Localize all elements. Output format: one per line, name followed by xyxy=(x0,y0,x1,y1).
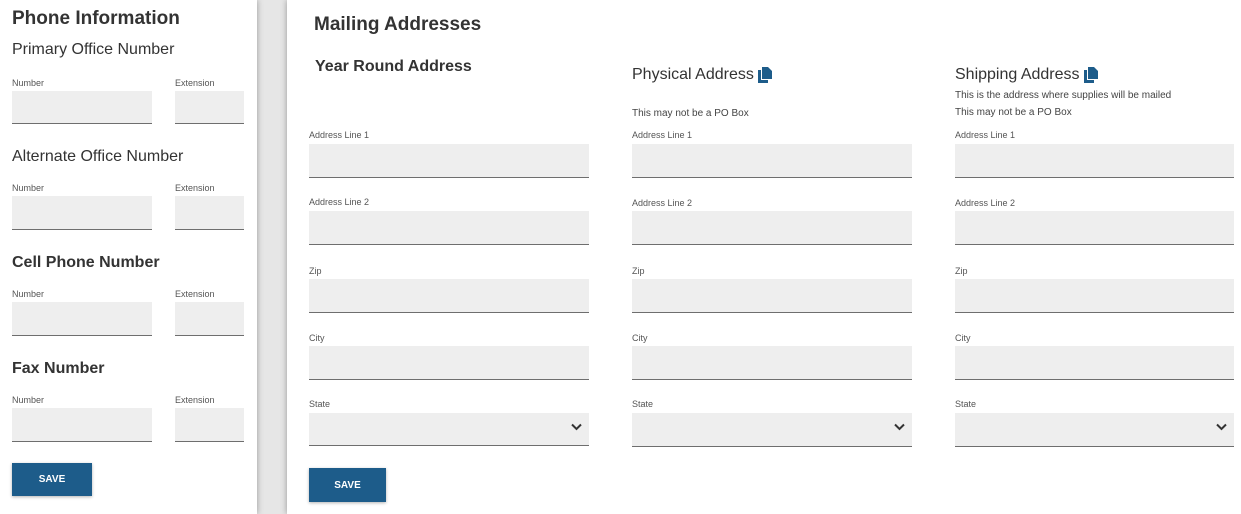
primary-number-label: Number xyxy=(12,78,45,88)
shipping-address-line-2-input[interactable] xyxy=(955,211,1234,245)
address-line-2-label: Address Line 2 xyxy=(309,197,370,207)
phone-information-title: Phone Information xyxy=(12,8,180,29)
alternate-number-input[interactable] xyxy=(12,196,152,230)
chevron-down-icon xyxy=(894,423,905,431)
year-round-state-select[interactable] xyxy=(309,413,589,446)
fax-number-input[interactable] xyxy=(12,408,152,442)
fax-extension-input[interactable] xyxy=(175,408,244,442)
year-round-address-line-2-input[interactable] xyxy=(309,211,589,245)
physical-state-select[interactable] xyxy=(632,413,912,447)
year-round-zip-input[interactable] xyxy=(309,279,589,313)
cell-phone-number-title: Cell Phone Number xyxy=(12,254,160,271)
address-line-1-label: Address Line 1 xyxy=(955,130,1016,140)
city-label: City xyxy=(955,333,971,343)
zip-label: Zip xyxy=(632,266,645,276)
fax-number-label: Number xyxy=(12,395,45,405)
shipping-address-title: Shipping Address xyxy=(955,66,1098,84)
fax-number-title: Fax Number xyxy=(12,360,105,377)
physical-zip-input[interactable] xyxy=(632,279,912,313)
mailing-addresses-title: Mailing Addresses xyxy=(314,14,482,35)
physical-address-line-1-input[interactable] xyxy=(632,144,912,178)
chevron-down-icon xyxy=(571,423,582,431)
physical-city-input[interactable] xyxy=(632,346,912,380)
address-line-2-label: Address Line 2 xyxy=(632,198,693,208)
primary-extension-input[interactable] xyxy=(175,91,244,124)
mailing-addresses-panel: Mailing Addresses Year Round Address Add… xyxy=(287,0,1241,514)
shipping-address-note: This is the address where supplies will … xyxy=(955,90,1172,101)
mailing-save-button[interactable]: SAVE xyxy=(309,468,386,502)
primary-extension-label: Extension xyxy=(175,78,215,88)
city-label: City xyxy=(309,333,325,343)
physical-address-note: This may not be a PO Box xyxy=(632,108,749,119)
shipping-city-input[interactable] xyxy=(955,346,1234,380)
cell-number-input[interactable] xyxy=(12,302,152,336)
fax-extension-label: Extension xyxy=(175,395,215,405)
shipping-address-line-1-input[interactable] xyxy=(955,144,1234,178)
chevron-down-icon xyxy=(1216,423,1227,431)
phone-information-panel: Phone Information Primary Office Number … xyxy=(0,0,257,514)
address-line-1-label: Address Line 1 xyxy=(309,130,370,140)
state-label: State xyxy=(632,399,654,409)
physical-address-title: Physical Address xyxy=(632,66,772,84)
alternate-office-number-title: Alternate Office Number xyxy=(12,148,184,165)
address-line-2-label: Address Line 2 xyxy=(955,198,1016,208)
alternate-extension-label: Extension xyxy=(175,183,215,193)
shipping-po-box-note: This may not be a PO Box xyxy=(955,107,1072,118)
primary-office-number-title: Primary Office Number xyxy=(12,41,175,58)
primary-number-input[interactable] xyxy=(12,91,152,124)
cell-extension-label: Extension xyxy=(175,289,215,299)
shipping-state-select[interactable] xyxy=(955,413,1234,447)
year-round-address-line-1-input[interactable] xyxy=(309,144,589,178)
year-round-city-input[interactable] xyxy=(309,346,589,380)
physical-address-line-2-input[interactable] xyxy=(632,211,912,245)
alternate-extension-input[interactable] xyxy=(175,196,244,230)
zip-label: Zip xyxy=(955,266,968,276)
cell-number-label: Number xyxy=(12,289,45,299)
state-label: State xyxy=(309,399,331,409)
copy-icon[interactable] xyxy=(1083,66,1098,83)
shipping-address-title-text: Shipping Address xyxy=(955,66,1080,83)
shipping-zip-input[interactable] xyxy=(955,279,1234,313)
physical-address-title-text: Physical Address xyxy=(632,66,754,83)
zip-label: Zip xyxy=(309,266,322,276)
address-line-1-label: Address Line 1 xyxy=(632,130,693,140)
city-label: City xyxy=(632,333,648,343)
year-round-address-title: Year Round Address xyxy=(315,58,472,75)
phone-save-button[interactable]: SAVE xyxy=(12,463,92,496)
cell-extension-input[interactable] xyxy=(175,302,244,336)
copy-icon[interactable] xyxy=(757,66,772,83)
alternate-number-label: Number xyxy=(12,183,45,193)
state-label: State xyxy=(955,399,977,409)
